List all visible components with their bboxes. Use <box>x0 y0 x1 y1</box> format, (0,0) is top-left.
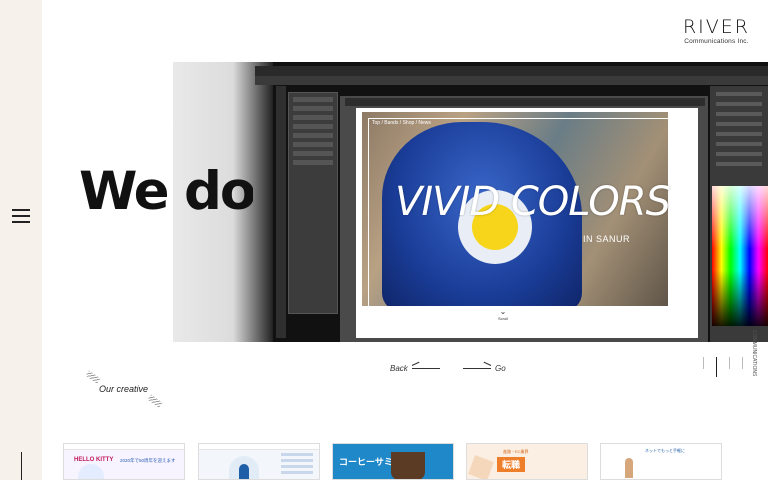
scroll-indicator-line <box>21 452 22 480</box>
logo-subtitle: Communications Inc. <box>684 38 749 45</box>
thumbnail-graphic <box>468 455 494 479</box>
mockup-title: VIVID COLORS <box>395 179 671 225</box>
color-picker-spectrum <box>712 186 768 326</box>
work-thumbnail-5[interactable]: ネットでもっと手軽に <box>600 443 722 480</box>
hero-headline: We do <box>79 161 253 222</box>
thumbnail-subtext: 進路・EC業界 <box>503 449 529 454</box>
coffee-cup-graphic <box>391 452 425 479</box>
thumbnail-text: 2020年で50周年を迎えます <box>120 458 176 463</box>
back-button[interactable]: Back <box>390 364 440 373</box>
app-menubar <box>255 66 768 76</box>
app-toolbar <box>276 86 286 338</box>
app-layers-panel <box>288 92 338 314</box>
person-graphic <box>625 458 633 478</box>
arrow-left-icon <box>411 368 440 369</box>
chevron-down-icon: ⌄ <box>499 307 507 316</box>
mockup-subtitle: IN SANUR <box>583 234 631 244</box>
work-thumbnail-2[interactable] <box>198 443 320 480</box>
thumbnail-graphic <box>78 464 104 479</box>
slide-indicators <box>703 357 743 377</box>
thumbnail-logo: HELLO KITTY <box>74 457 114 463</box>
decorative-slash-icon <box>147 394 163 408</box>
slide-indicator-active[interactable] <box>716 357 717 377</box>
mockup-scroll-cue: ⌄ Scroll <box>497 307 509 322</box>
mockup-nav: Top / Bands / Shop / News <box>372 120 431 126</box>
side-caption: COMMUNICATIONS <box>751 330 757 377</box>
company-logo[interactable]: RIVER Communications Inc. <box>683 18 750 46</box>
thumbnail-text: 転職 <box>497 457 526 472</box>
back-label: Back <box>390 364 408 373</box>
menu-icon[interactable] <box>12 209 30 223</box>
thumbnail-text: ネットでもっと手軽に <box>645 448 685 453</box>
work-thumbnail-1[interactable]: HELLO KITTY 2020年で50周年を迎えます <box>63 443 185 480</box>
section-title: Our creative <box>99 384 149 394</box>
arrow-right-icon <box>463 368 491 369</box>
slide-indicator[interactable] <box>742 357 743 369</box>
app-options-bar <box>255 76 768 85</box>
slide-indicator[interactable] <box>703 357 704 369</box>
our-creative-heading: Our creative <box>85 370 166 412</box>
slide-indicator[interactable] <box>729 357 730 369</box>
app-document-tabs <box>345 98 705 106</box>
work-thumbnail-4[interactable]: 進路・EC業界 転職 <box>466 443 588 480</box>
logo-wordmark: RIVER <box>682 16 750 38</box>
go-label: Go <box>495 364 506 373</box>
work-thumbnail-3[interactable]: コーヒーサミット <box>332 443 454 480</box>
thumbnail-graphic <box>229 456 259 479</box>
scroll-label: Scroll <box>497 316 508 321</box>
decorative-slash-icon <box>85 370 101 384</box>
go-button[interactable]: Go <box>463 364 506 373</box>
thumbnail-list <box>281 453 313 477</box>
hero-headline-wrap: We do <box>79 150 253 230</box>
side-rail <box>0 0 42 480</box>
